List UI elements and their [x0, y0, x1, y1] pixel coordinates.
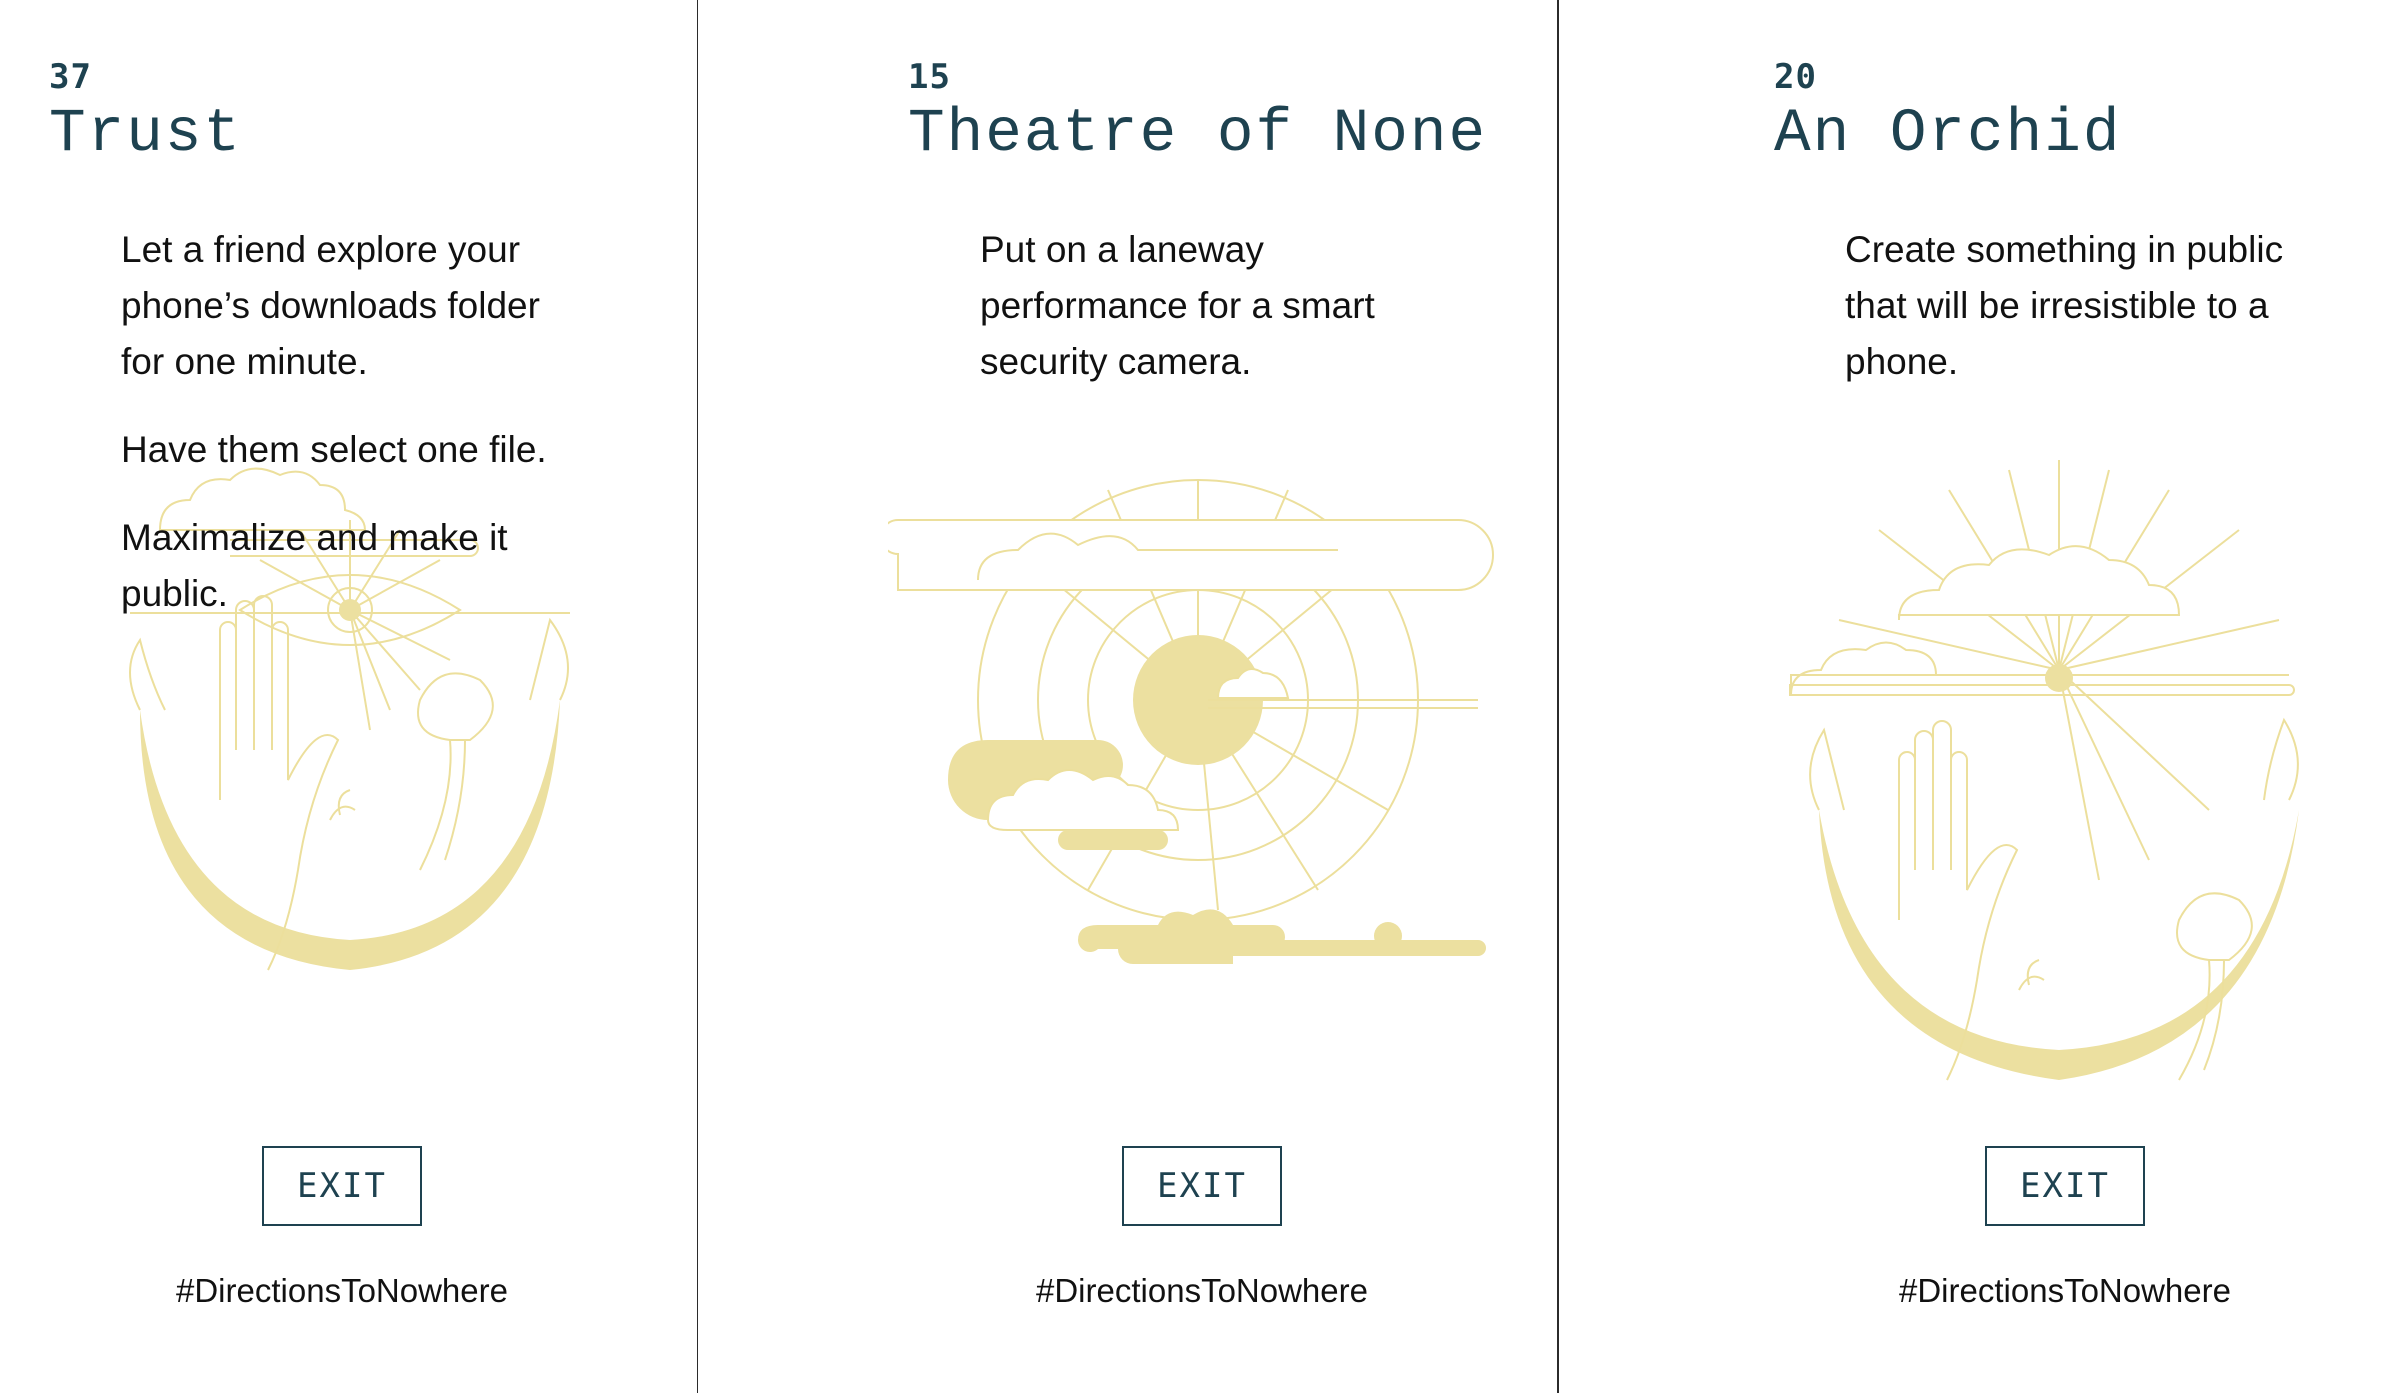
- card-title: Trust: [49, 100, 243, 169]
- card-paragraph: Maximalize and make it public.: [121, 517, 508, 614]
- card-an-orchid: 20 An Orchid Create something in public …: [1559, 0, 2400, 1393]
- card-number: 15: [908, 57, 951, 97]
- card-paragraph: Have them select one file.: [121, 429, 547, 470]
- card-body: Create something in public that will be …: [1845, 222, 2295, 422]
- card-paragraph: Create something in public that will be …: [1845, 229, 2284, 382]
- hand-moon-clouds-illustration: [1789, 460, 2299, 1081]
- hashtag: #DirectionsToNowhere: [176, 1272, 508, 1309]
- hashtag: #DirectionsToNowhere: [1036, 1272, 1368, 1309]
- card-number: 20: [1774, 57, 1817, 97]
- exit-button[interactable]: EXIT: [262, 1146, 422, 1226]
- card-title: Theatre of None: [908, 100, 1488, 169]
- sun-clouds-illustration: [888, 479, 1494, 964]
- card-title: An Orchid: [1774, 100, 2122, 169]
- card-body: Put on a laneway performance for a smart…: [980, 222, 1420, 422]
- exit-button[interactable]: EXIT: [1985, 1146, 2145, 1226]
- card-number: 37: [49, 57, 92, 97]
- exit-button[interactable]: EXIT: [1122, 1146, 1282, 1226]
- card-trust: 37 Trust Let a friend explore your phone…: [0, 0, 697, 1393]
- card-theatre-of-none: 15 Theatre of None Put on a laneway perf…: [698, 0, 1558, 1393]
- hashtag: #DirectionsToNowhere: [1899, 1272, 2231, 1309]
- card-body: Let a friend explore your phone’s downlo…: [121, 222, 591, 654]
- card-paragraph: Let a friend explore your phone’s downlo…: [121, 229, 540, 382]
- card-paragraph: Put on a laneway performance for a smart…: [980, 229, 1375, 382]
